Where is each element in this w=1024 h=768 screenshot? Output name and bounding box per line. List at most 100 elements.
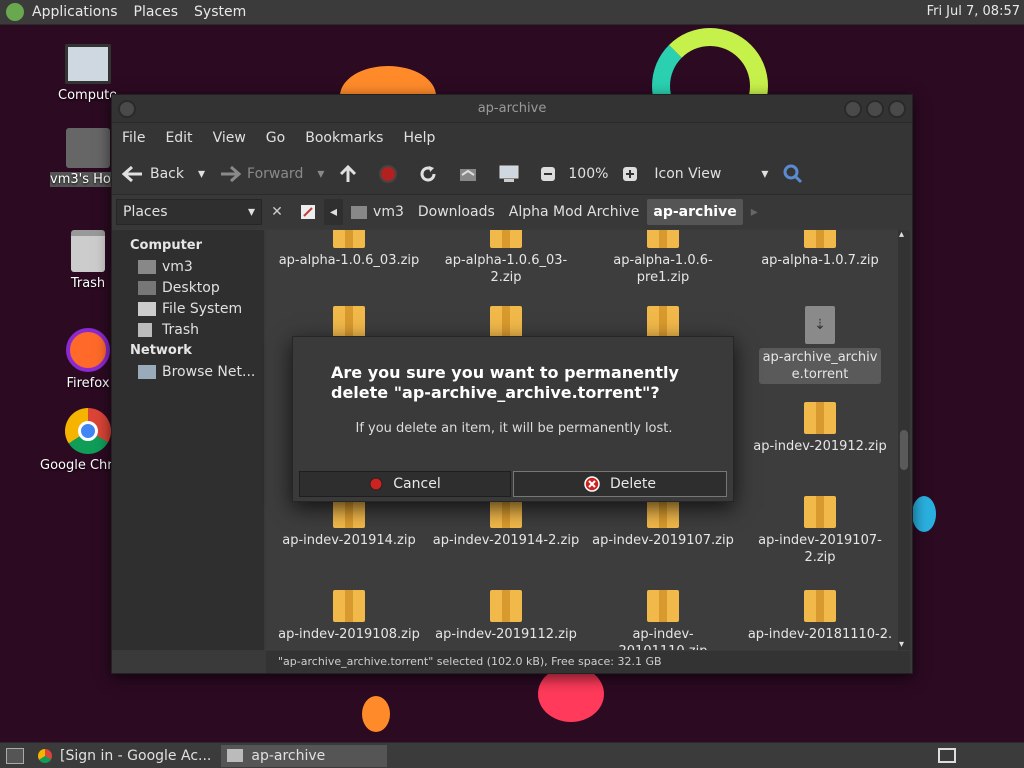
view-mode-select[interactable]: Icon View ▾ bbox=[654, 166, 768, 182]
chrome-icon bbox=[65, 408, 111, 454]
breadcrumb-downloads[interactable]: Downloads bbox=[412, 199, 501, 225]
task-chrome-window[interactable]: [Sign in - Google Ac... bbox=[32, 745, 217, 767]
zoom-out-button[interactable] bbox=[540, 166, 562, 182]
zip-archive-icon bbox=[804, 590, 836, 622]
file-item[interactable]: ap-indev-2019108.zip bbox=[274, 590, 424, 643]
zip-archive-icon bbox=[333, 230, 365, 248]
menu-edit[interactable]: Edit bbox=[165, 130, 192, 146]
menu-file[interactable]: File bbox=[122, 130, 145, 146]
zoom-in-button[interactable] bbox=[622, 166, 644, 182]
window-menu-icon[interactable] bbox=[118, 100, 136, 118]
window-titlebar[interactable]: ap-archive bbox=[112, 95, 912, 123]
zip-archive-icon bbox=[647, 590, 679, 622]
file-item[interactable]: ap-indev-201912.zip bbox=[745, 402, 895, 455]
file-item[interactable]: ap-indev-20101110.zip bbox=[588, 590, 738, 650]
back-history-icon[interactable]: ▾ bbox=[198, 166, 205, 182]
breadcrumb-ap-archive[interactable]: ap-archive bbox=[647, 199, 743, 225]
close-sidebar-icon[interactable]: ✕ bbox=[266, 201, 288, 223]
file-item[interactable]: ap-indev-201914-2.zip bbox=[431, 496, 581, 549]
window-title: ap-archive bbox=[477, 101, 547, 116]
home-icon bbox=[351, 205, 368, 219]
breadcrumb-scroll-right-icon[interactable]: ▸ bbox=[745, 199, 764, 225]
file-item[interactable]: ap-alpha-1.0.6_03-2.zip bbox=[431, 230, 581, 286]
delete-confirmation-dialog: Are you sure you want to permanently del… bbox=[292, 336, 734, 502]
forward-button[interactable]: Forward bbox=[219, 165, 303, 183]
scrollbar-thumb[interactable] bbox=[900, 430, 908, 470]
wallpaper-small-blob bbox=[362, 696, 390, 732]
breadcrumb-scroll-left-icon[interactable]: ◂ bbox=[324, 199, 344, 225]
file-item[interactable]: ap-indev-2019107-2.zip bbox=[745, 496, 895, 566]
zoom-level[interactable]: 100% bbox=[568, 166, 608, 182]
trash-icon bbox=[71, 230, 105, 272]
task-file-manager-window[interactable]: ap-archive bbox=[221, 744, 388, 767]
dialog-message: If you delete an item, it will be perman… bbox=[355, 421, 673, 436]
file-item[interactable]: ap-alpha-1.0.6_03.zip bbox=[274, 230, 424, 269]
delete-icon bbox=[584, 476, 600, 492]
clock[interactable]: Fri Jul 7, 08:57 bbox=[927, 4, 1020, 19]
zip-archive-icon bbox=[333, 306, 365, 338]
forward-arrow-icon bbox=[221, 165, 242, 182]
file-item[interactable]: ap-indev-201914.zip bbox=[274, 496, 424, 549]
menu-help[interactable]: Help bbox=[403, 130, 435, 146]
location-bar: Places ▾ ✕ ◂ vm3 Downloads Alpha Mod Arc… bbox=[112, 195, 912, 229]
up-button[interactable] bbox=[338, 164, 364, 184]
edit-location-icon[interactable] bbox=[294, 199, 322, 225]
zoom-in-icon bbox=[623, 166, 638, 181]
sidebar-item-vm3[interactable]: vm3 bbox=[112, 257, 264, 278]
forward-history-icon[interactable]: ▾ bbox=[317, 166, 324, 182]
zip-archive-icon bbox=[333, 590, 365, 622]
places-selector[interactable]: Places ▾ bbox=[116, 199, 262, 225]
menubar: File Edit View Go Bookmarks Help bbox=[112, 123, 912, 153]
dialog-title: Are you sure you want to permanently del… bbox=[331, 363, 679, 402]
cancel-icon bbox=[369, 477, 383, 491]
system-menu[interactable]: System bbox=[194, 4, 246, 20]
file-item[interactable]: ap-indev-2019112.zip bbox=[431, 590, 581, 643]
vertical-scrollbar[interactable]: ▴ ▾ bbox=[898, 230, 910, 650]
up-arrow-icon bbox=[340, 164, 357, 182]
delete-button[interactable]: Delete bbox=[513, 471, 727, 497]
breadcrumb-vm3[interactable]: vm3 bbox=[345, 199, 410, 225]
cancel-button[interactable]: Cancel bbox=[299, 471, 511, 497]
file-item[interactable]: ap-alpha-1.0.6-pre1.zip bbox=[588, 230, 738, 286]
trash-icon bbox=[138, 323, 152, 337]
places-menu[interactable]: Places bbox=[134, 4, 179, 20]
menu-view[interactable]: View bbox=[213, 130, 246, 146]
file-item[interactable]: ap-indev-20181110-2. bbox=[745, 590, 895, 643]
menu-go[interactable]: Go bbox=[266, 130, 285, 146]
show-desktop-icon[interactable] bbox=[6, 747, 24, 764]
close-icon[interactable] bbox=[888, 100, 906, 118]
wallpaper-teal-blob bbox=[912, 496, 936, 532]
distro-logo-icon[interactable] bbox=[6, 3, 24, 21]
zip-archive-icon bbox=[647, 306, 679, 338]
search-button[interactable] bbox=[782, 163, 810, 185]
applications-menu[interactable]: Applications bbox=[32, 4, 118, 20]
stop-button[interactable] bbox=[378, 164, 404, 184]
reload-button[interactable] bbox=[418, 164, 444, 184]
breadcrumb-alpha-mod-archive[interactable]: Alpha Mod Archive bbox=[503, 199, 646, 225]
maximize-icon[interactable] bbox=[866, 100, 884, 118]
sidebar-heading-computer: Computer bbox=[130, 238, 203, 253]
sidebar-item-trash[interactable]: Trash bbox=[112, 320, 264, 341]
computer-icon bbox=[499, 165, 519, 182]
sidebar-item-file-system[interactable]: File System bbox=[112, 299, 264, 320]
computer-button[interactable] bbox=[498, 164, 526, 184]
desktop-icon bbox=[138, 281, 156, 295]
chevron-down-icon: ▾ bbox=[761, 165, 769, 182]
taskbar: [Sign in - Google Ac... ap-archive bbox=[0, 742, 1024, 768]
scroll-down-icon[interactable]: ▾ bbox=[899, 639, 904, 650]
chevron-down-icon: ▾ bbox=[247, 204, 255, 220]
sidebar-item-desktop[interactable]: Desktop bbox=[112, 278, 264, 299]
back-button[interactable]: Back bbox=[122, 165, 184, 183]
menu-bookmarks[interactable]: Bookmarks bbox=[305, 130, 383, 146]
file-item-selected[interactable]: ⇣ ap-archive_archive.torrent bbox=[745, 306, 895, 384]
file-item[interactable]: ap-alpha-1.0.7.zip bbox=[745, 230, 895, 269]
home-button[interactable] bbox=[458, 165, 484, 183]
minimize-icon[interactable] bbox=[844, 100, 862, 118]
notification-icon[interactable] bbox=[938, 748, 956, 763]
back-arrow-icon bbox=[122, 165, 142, 182]
sidebar-item-browse-network[interactable]: Browse Net... bbox=[112, 362, 264, 383]
zip-archive-icon bbox=[804, 402, 836, 434]
drive-icon bbox=[138, 302, 156, 316]
file-item[interactable]: ap-indev-2019107.zip bbox=[588, 496, 738, 549]
scroll-up-icon[interactable]: ▴ bbox=[899, 230, 904, 240]
